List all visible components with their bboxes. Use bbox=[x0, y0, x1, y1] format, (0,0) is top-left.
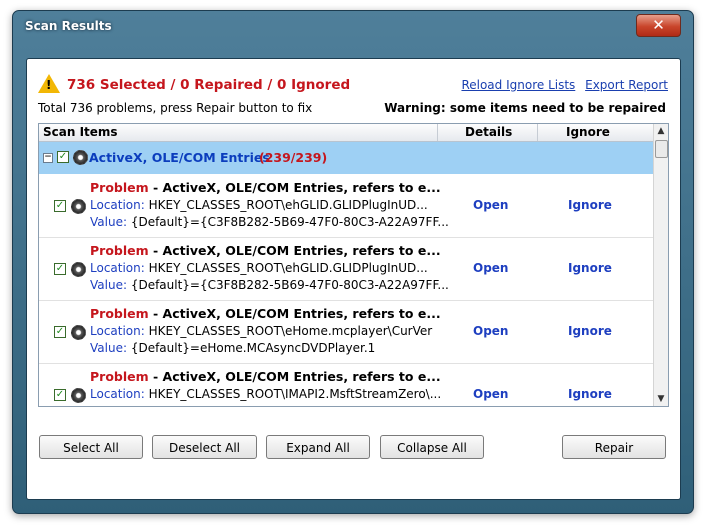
item-checkbox[interactable]: ✓ bbox=[54, 326, 66, 338]
column-scan-items[interactable]: Scan Items bbox=[43, 125, 118, 139]
list-item[interactable]: ✓ Problem - ActiveX, OLE/COM Entries, re… bbox=[39, 175, 653, 238]
list-item[interactable]: ✓ Problem - ActiveX, OLE/COM Entries, re… bbox=[39, 364, 653, 406]
repair-button[interactable]: Repair bbox=[562, 435, 666, 459]
ignore-link[interactable]: Ignore bbox=[568, 261, 612, 275]
close-button[interactable]: ✕ bbox=[636, 14, 681, 37]
value-text: {Default}={C3F8B282-5B69-47F0-80C3-A22A9… bbox=[127, 278, 449, 292]
header-links: Reload Ignore Lists Export Report bbox=[455, 78, 668, 92]
gear-icon bbox=[71, 199, 86, 214]
group-checkbox[interactable]: ✓ bbox=[57, 151, 69, 163]
problem-text: - ActiveX, OLE/COM Entries, refers to e.… bbox=[148, 243, 441, 258]
location-label: Location: bbox=[90, 324, 145, 338]
problem-line: Problem - ActiveX, OLE/COM Entries, refe… bbox=[90, 243, 441, 258]
list-scrollbar[interactable]: ▲ ▼ bbox=[653, 124, 668, 406]
location-label: Location: bbox=[90, 261, 145, 275]
warning-text: Warning: some items need to be repaired bbox=[384, 101, 666, 115]
gear-icon bbox=[71, 325, 86, 340]
problem-line: Problem - ActiveX, OLE/COM Entries, refe… bbox=[90, 180, 441, 195]
problem-line: Problem - ActiveX, OLE/COM Entries, refe… bbox=[90, 369, 441, 384]
expand-all-button[interactable]: Expand All bbox=[266, 435, 370, 459]
list-item[interactable]: ✓ Problem - ActiveX, OLE/COM Entries, re… bbox=[39, 238, 653, 301]
scroll-up-icon[interactable]: ▲ bbox=[654, 124, 668, 138]
group-row[interactable]: − ✓ ActiveX, OLE/COM Entries (239/239) bbox=[39, 142, 653, 174]
open-link[interactable]: Open bbox=[473, 261, 508, 275]
location-value: HKEY_CLASSES_ROOT\ehGLID.GLIDPlugInUD... bbox=[144, 198, 428, 212]
location-label: Location: bbox=[90, 387, 145, 401]
location-line: Location: HKEY_CLASSES_ROOT\eHome.mcplay… bbox=[90, 324, 432, 338]
ignore-link[interactable]: Ignore bbox=[568, 198, 612, 212]
location-line: Location: HKEY_CLASSES_ROOT\IMAPI2.MsftS… bbox=[90, 387, 441, 401]
gear-icon bbox=[71, 262, 86, 277]
value-line: Value: {Default}=eHome.MCAsyncDVDPlayer.… bbox=[90, 341, 375, 355]
item-checkbox[interactable]: ✓ bbox=[54, 389, 66, 401]
location-line: Location: HKEY_CLASSES_ROOT\ehGLID.GLIDP… bbox=[90, 261, 428, 275]
reload-ignore-lists-link[interactable]: Reload Ignore Lists bbox=[461, 78, 575, 92]
value-label: Value: bbox=[90, 278, 127, 292]
scroll-down-icon[interactable]: ▼ bbox=[654, 392, 668, 406]
location-value: HKEY_CLASSES_ROOT\IMAPI2.MsftStreamZero\… bbox=[144, 387, 442, 401]
window-title: Scan Results bbox=[25, 19, 112, 33]
deselect-all-button[interactable]: Deselect All bbox=[152, 435, 257, 459]
export-report-link[interactable]: Export Report bbox=[585, 78, 668, 92]
value-label: Value: bbox=[90, 215, 127, 229]
gear-icon bbox=[71, 388, 86, 403]
problem-text: - ActiveX, OLE/COM Entries, refers to e.… bbox=[148, 180, 441, 195]
item-checkbox[interactable]: ✓ bbox=[54, 200, 66, 212]
value-line: Value: {Default}={C3F8B282-5B69-47F0-80C… bbox=[90, 215, 449, 229]
problem-label: Problem bbox=[90, 180, 149, 195]
problem-line: Problem - ActiveX, OLE/COM Entries, refe… bbox=[90, 306, 441, 321]
open-link[interactable]: Open bbox=[473, 198, 508, 212]
value-line: Value: {Default}={C3F8B282-5B69-47F0-80C… bbox=[90, 278, 449, 292]
select-all-button[interactable]: Select All bbox=[39, 435, 143, 459]
ignore-link[interactable]: Ignore bbox=[568, 387, 612, 401]
collapse-toggle[interactable]: − bbox=[43, 153, 53, 163]
open-link[interactable]: Open bbox=[473, 387, 508, 401]
collapse-all-button[interactable]: Collapse All bbox=[380, 435, 484, 459]
column-details[interactable]: Details bbox=[465, 125, 512, 139]
list-header: Scan Items Details Ignore bbox=[39, 124, 653, 142]
value-text: {Default}={C3F8B282-5B69-47F0-80C3-A22A9… bbox=[127, 215, 449, 229]
scroll-thumb[interactable] bbox=[655, 140, 668, 158]
item-checkbox[interactable]: ✓ bbox=[54, 263, 66, 275]
value-label: Value: bbox=[90, 341, 127, 355]
scan-items-list[interactable]: Scan Items Details Ignore − ✓ ActiveX, O… bbox=[38, 123, 669, 407]
scan-summary: 736 Selected / 0 Repaired / 0 Ignored bbox=[67, 77, 351, 93]
group-name: ActiveX, OLE/COM Entries bbox=[89, 150, 270, 165]
location-line: Location: HKEY_CLASSES_ROOT\ehGLID.GLIDP… bbox=[90, 198, 428, 212]
window-client-area: ! 736 Selected / 0 Repaired / 0 Ignored … bbox=[26, 58, 681, 500]
hint-text: Total 736 problems, press Repair button … bbox=[38, 101, 313, 115]
problem-text: - ActiveX, OLE/COM Entries, refers to e.… bbox=[148, 306, 441, 321]
location-value: HKEY_CLASSES_ROOT\eHome.mcplayer\CurVer bbox=[144, 324, 433, 338]
location-value: HKEY_CLASSES_ROOT\ehGLID.GLIDPlugInUD... bbox=[144, 261, 428, 275]
gear-icon bbox=[73, 150, 88, 165]
column-separator bbox=[537, 124, 538, 141]
location-label: Location: bbox=[90, 198, 145, 212]
ignore-link[interactable]: Ignore bbox=[568, 324, 612, 338]
column-ignore[interactable]: Ignore bbox=[566, 125, 610, 139]
group-count: (239/239) bbox=[259, 150, 328, 165]
column-separator bbox=[437, 124, 438, 141]
problem-label: Problem bbox=[90, 243, 149, 258]
warning-icon-mark: ! bbox=[46, 78, 52, 92]
problem-text: - ActiveX, OLE/COM Entries, refers to e.… bbox=[148, 369, 441, 384]
list-item[interactable]: ✓ Problem - ActiveX, OLE/COM Entries, re… bbox=[39, 301, 653, 364]
scan-results-window: Scan Results ✕ ! 736 Selected / 0 Repair… bbox=[12, 10, 694, 514]
problem-label: Problem bbox=[90, 306, 149, 321]
value-text: {Default}=eHome.MCAsyncDVDPlayer.1 bbox=[127, 341, 376, 355]
open-link[interactable]: Open bbox=[473, 324, 508, 338]
problem-label: Problem bbox=[90, 369, 149, 384]
